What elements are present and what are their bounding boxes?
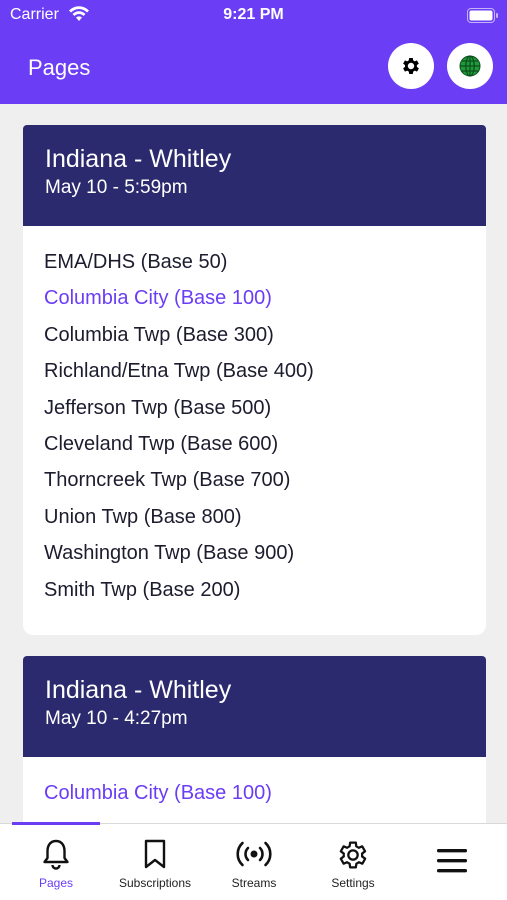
status-bar: Carrier 9:21 PM: [0, 0, 507, 32]
unit-list: EMA/DHS (Base 50) Columbia City (Base 10…: [23, 226, 486, 614]
bell-icon: [43, 839, 69, 870]
globe-icon: [459, 55, 481, 77]
status-time: 9:21 PM: [223, 6, 284, 23]
gear-icon: [403, 58, 419, 74]
card-title: Indiana - Whitley: [45, 145, 232, 173]
card-date: May 10 - 5:59pm: [45, 177, 188, 198]
unit-item: Richland/Etna Twp (Base 400): [44, 360, 314, 383]
unit-item: Jefferson Twp (Base 500): [44, 396, 272, 419]
tab-bar: Pages Subscriptions Streams Settings: [0, 822, 507, 900]
unit-item: Washington Twp (Base 900): [44, 542, 295, 565]
bookmark-icon: [144, 839, 166, 869]
globe-button[interactable]: [447, 43, 493, 89]
card-title: Indiana - Whitley: [45, 676, 232, 704]
tab-menu[interactable]: [402, 824, 502, 900]
tab-label: Streams: [231, 876, 277, 890]
unit-list: Columbia City (Base 100): [23, 757, 486, 817]
page-title: Pages: [28, 55, 91, 80]
unit-item: EMA/DHS (Base 50): [44, 251, 228, 273]
unit-item: Columbia Twp (Base 300): [44, 323, 274, 346]
broadcast-icon: [236, 841, 272, 867]
app-header: Carrier 9:21 PM Pages: [0, 0, 507, 104]
card-header: Indiana - Whitley May 10 - 4:27pm: [23, 656, 486, 757]
unit-item-link[interactable]: Columbia City (Base 100): [44, 286, 486, 322]
card-date: May 10 - 4:27pm: [45, 708, 188, 729]
unit-item: Thorncreek Twp (Base 700): [44, 469, 291, 492]
unit-item-link[interactable]: Columbia City (Base 100): [44, 781, 486, 817]
tab-settings[interactable]: Settings: [303, 824, 403, 900]
menu-icon: [437, 849, 467, 873]
tab-subscriptions[interactable]: Subscriptions: [105, 824, 205, 900]
tab-label: Subscriptions: [118, 876, 192, 890]
page-card[interactable]: Indiana - Whitley May 10 - 5:59pm EMA/DH…: [23, 125, 486, 635]
card-header: Indiana - Whitley May 10 - 5:59pm: [23, 125, 486, 226]
gear-icon: [339, 841, 367, 869]
unit-item: Smith Twp (Base 200): [44, 578, 241, 601]
tab-label: Pages: [38, 876, 74, 890]
tab-pages[interactable]: Pages: [6, 824, 106, 900]
unit-item: Union Twp (Base 800): [44, 505, 242, 528]
tab-label: Settings: [331, 876, 375, 890]
unit-item: Cleveland Twp (Base 600): [44, 432, 279, 455]
battery-icon: [467, 8, 498, 23]
settings-button[interactable]: [388, 43, 434, 89]
tab-streams[interactable]: Streams: [204, 824, 304, 900]
